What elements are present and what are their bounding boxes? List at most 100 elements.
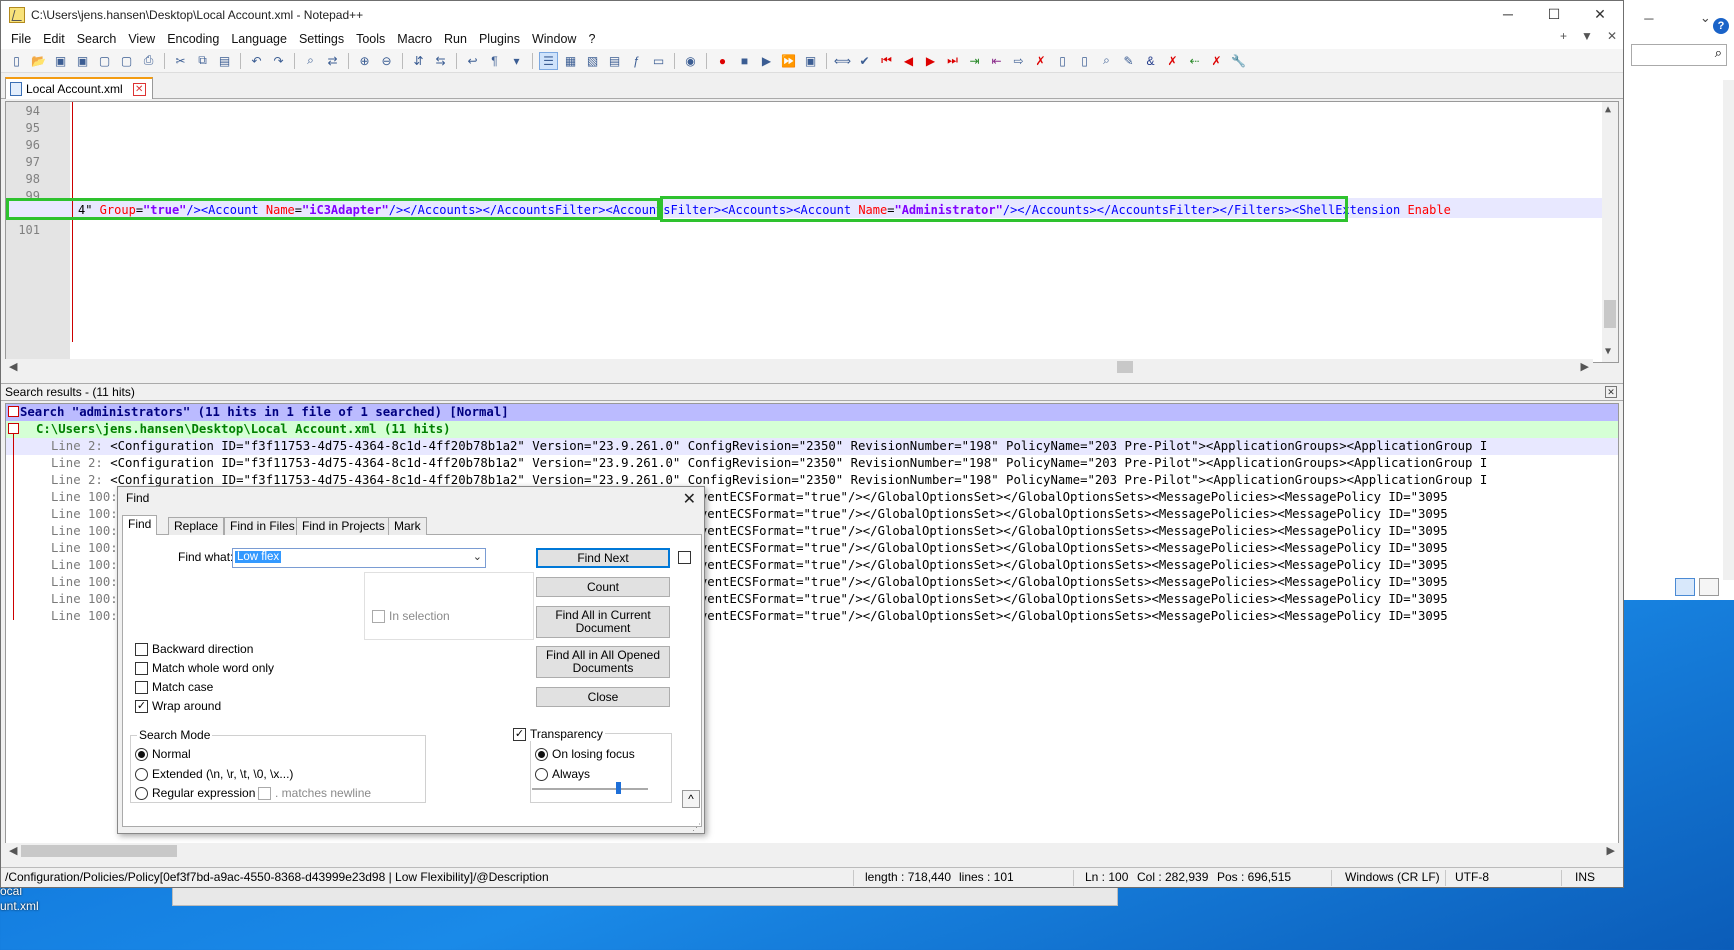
plugin-k-icon[interactable]: ✗ xyxy=(1207,52,1226,70)
function-list-icon[interactable]: ƒ xyxy=(627,52,646,70)
prev-diff-icon[interactable]: ◀ xyxy=(899,52,918,70)
details-view-icon[interactable] xyxy=(1675,578,1695,596)
radio-on-losing-focus[interactable] xyxy=(535,747,548,761)
menu-search[interactable]: Search xyxy=(71,32,123,46)
close-dialog-button[interactable]: Close xyxy=(536,687,670,707)
folder-workspace-icon[interactable]: ▭ xyxy=(649,52,668,70)
play-macro-icon[interactable]: ▶ xyxy=(757,52,776,70)
copy-icon[interactable]: ⧉ xyxy=(193,52,212,70)
fold-minus-icon[interactable] xyxy=(8,406,19,417)
scroll-down-icon[interactable]: ▼ xyxy=(1605,346,1611,357)
find-next-option-checkbox[interactable] xyxy=(678,551,691,564)
editor-vertical-scrollbar[interactable]: ▲ ▼ xyxy=(1602,102,1618,362)
run-macro-multiple-icon[interactable]: ⏩ xyxy=(779,52,798,70)
minimize-button[interactable]: ─ xyxy=(1485,1,1531,29)
search-icon[interactable]: ⌕ xyxy=(1631,44,1727,66)
help-icon[interactable]: ? xyxy=(1713,18,1729,34)
radio-normal[interactable] xyxy=(135,747,148,761)
desktop-icon-label[interactable]: ocal unt.xml xyxy=(0,884,60,920)
sync-vertical-icon[interactable]: ⇵ xyxy=(409,52,428,70)
in-selection-checkbox[interactable] xyxy=(372,609,385,623)
radio-always[interactable] xyxy=(535,767,548,781)
compare-icon[interactable]: ⟺ xyxy=(833,52,852,70)
scroll-right-icon[interactable]: ▶ xyxy=(1581,360,1589,373)
find-next-button[interactable]: Find Next xyxy=(536,548,670,568)
redo-icon[interactable]: ↷ xyxy=(269,52,288,70)
chevron-down-icon[interactable]: ⌄ xyxy=(1700,10,1711,26)
search-hit-row[interactable]: Line 2: <Configuration ID="f3f11753-4d75… xyxy=(6,438,1618,455)
new-file-icon[interactable]: ▯ xyxy=(7,52,26,70)
indent-guide-icon[interactable]: ☰ xyxy=(539,51,558,70)
plugin-j-icon[interactable]: ⇠ xyxy=(1185,52,1204,70)
transparency-always[interactable]: Always xyxy=(535,767,590,781)
menu-run[interactable]: Run xyxy=(438,32,473,46)
maximize-button[interactable]: ☐ xyxy=(1531,1,1577,29)
show-all-chars-icon[interactable]: ¶ xyxy=(485,52,504,70)
scroll-thumb[interactable] xyxy=(1117,361,1133,373)
scroll-thumb[interactable] xyxy=(1604,300,1616,328)
replace-icon[interactable]: ⇄ xyxy=(323,52,342,70)
plugin-c-icon[interactable]: ⇨ xyxy=(1009,52,1028,70)
doc-map-icon[interactable]: ▧ xyxy=(583,52,602,70)
minimize-icon[interactable]: ─ xyxy=(1644,11,1653,26)
wrench-icon[interactable]: 🔧 xyxy=(1229,52,1248,70)
zoom-in-icon[interactable]: ⊕ xyxy=(355,52,374,70)
menu-tools[interactable]: Tools xyxy=(350,32,391,46)
collapse-button[interactable]: ^ xyxy=(682,790,700,808)
radio-regex[interactable] xyxy=(135,786,148,800)
backward-direction-option[interactable]: Backward direction xyxy=(135,642,253,656)
tab-list-icon[interactable]: ▼ xyxy=(1581,29,1593,43)
plugin-f-icon[interactable]: ▯ xyxy=(1075,52,1094,70)
stop-macro-icon[interactable]: ■ xyxy=(735,52,754,70)
tab-replace[interactable]: Replace xyxy=(168,517,225,535)
save-macro-icon[interactable]: ▣ xyxy=(801,52,820,70)
scroll-left-icon[interactable]: ◀ xyxy=(9,360,17,373)
close-file-icon[interactable]: ▢ xyxy=(95,52,114,70)
scrollbar[interactable] xyxy=(1723,80,1734,580)
plugin-g-icon[interactable]: ⌕ xyxy=(1097,52,1116,70)
menu-file[interactable]: File xyxy=(5,32,37,46)
print-icon[interactable]: ⎙ xyxy=(139,52,158,70)
tab-find-in-projects[interactable]: Find in Projects xyxy=(296,517,391,535)
word-wrap-icon[interactable]: ↩ xyxy=(463,52,482,70)
menu-language[interactable]: Language xyxy=(225,32,293,46)
menu-help[interactable]: ? xyxy=(582,32,601,46)
match-whole-word-option[interactable]: Match whole word only xyxy=(135,661,274,675)
close-button[interactable]: ✕ xyxy=(1577,1,1623,29)
first-diff-icon[interactable]: ⏮ xyxy=(877,52,896,70)
new-tab-icon[interactable]: + xyxy=(1560,29,1567,43)
menu-view[interactable]: View xyxy=(122,32,161,46)
match-whole-word-checkbox[interactable] xyxy=(135,661,148,675)
transparency-checkbox[interactable]: ✓ xyxy=(513,727,526,741)
search-mode-normal[interactable]: Normal xyxy=(135,747,191,761)
code-editor[interactable]: 94 95 96 97 98 99 100 101 4" Group="true… xyxy=(5,101,1619,363)
find-all-current-button[interactable]: Find All in Current Document xyxy=(536,606,670,638)
last-diff-icon[interactable]: ⏭ xyxy=(943,52,962,70)
paste-icon[interactable]: ▤ xyxy=(215,52,234,70)
match-case-checkbox[interactable] xyxy=(135,680,148,694)
find-dialog-close-button[interactable]: ✕ xyxy=(683,489,696,509)
menu-edit[interactable]: Edit xyxy=(37,32,71,46)
doc-list-icon[interactable]: ▤ xyxy=(605,52,624,70)
menu-encoding[interactable]: Encoding xyxy=(161,32,225,46)
chevron-down-icon[interactable]: ⌄ xyxy=(473,550,482,563)
fold-minus-icon[interactable] xyxy=(8,423,19,434)
tab-close-icon[interactable]: ✕ xyxy=(132,82,146,96)
record-macro-icon[interactable]: ● xyxy=(713,52,732,70)
wrap-around-checkbox[interactable]: ✓ xyxy=(135,699,148,713)
search-file-row[interactable]: C:\Users\jens.hansen\Desktop\Local Accou… xyxy=(6,421,1618,438)
find-what-input[interactable]: Low flex ⌄ xyxy=(232,548,486,568)
plugin-e-icon[interactable]: ▯ xyxy=(1053,52,1072,70)
open-file-icon[interactable]: 📂 xyxy=(29,52,48,70)
dropdown-icon[interactable]: ▾ xyxy=(507,52,526,70)
scroll-left-icon[interactable]: ◀ xyxy=(9,844,17,857)
transparency-option[interactable]: ✓ Transparency xyxy=(513,727,605,741)
udl-icon[interactable]: ▦ xyxy=(561,52,580,70)
compare-check-icon[interactable]: ✔ xyxy=(855,52,874,70)
plugin-h-icon[interactable]: ✎ xyxy=(1119,52,1138,70)
plugin-b-icon[interactable]: ⇤ xyxy=(987,52,1006,70)
undo-icon[interactable]: ↶ xyxy=(247,52,266,70)
in-selection-option[interactable]: In selection xyxy=(372,609,450,623)
plugin-a-icon[interactable]: ⇥ xyxy=(965,52,984,70)
search-mode-regex[interactable]: Regular expression xyxy=(135,786,255,800)
